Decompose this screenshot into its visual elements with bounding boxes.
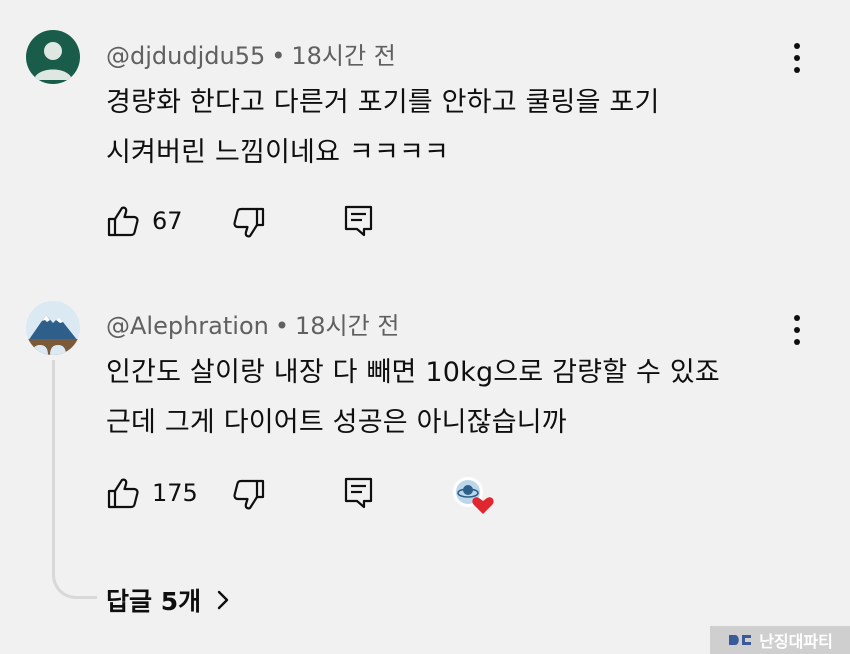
comment-2: @Alephration • 18시간 전 인간도 살이랑 내장 다 빼면 10kg…: [0, 290, 850, 654]
reply-comment-icon: [344, 205, 373, 237]
replies-label: 답글 5개: [106, 587, 202, 616]
comment-1: @djdudjdu55 • 18시간 전 경량화 한다고 다른거 포기를 안하고 쿨…: [0, 0, 850, 270]
comment-text-line: 근데 그게 다이어트 성공은 아니잖습니까: [106, 407, 567, 438]
mountain-avatar-icon: [26, 301, 80, 355]
view-replies-button[interactable]: 답글 5개: [106, 582, 235, 618]
chevron-right-icon: [217, 590, 229, 610]
comment-text-line: 경량화 한다고 다른거 포기를 안하고 쿨링을 포기: [106, 87, 660, 118]
default-avatar-icon: [34, 42, 72, 80]
avatar[interactable]: [26, 301, 80, 355]
comment-meta: @djdudjdu55 • 18시간 전: [106, 36, 396, 71]
creator-heart-icon: [453, 477, 494, 514]
more-options-icon[interactable]: [782, 310, 812, 350]
username[interactable]: @djdudjdu55: [106, 42, 265, 70]
like-button[interactable]: 67: [106, 204, 183, 238]
timestamp: 18시간 전: [291, 42, 396, 70]
dislike-button[interactable]: [232, 478, 266, 512]
avatar[interactable]: [26, 30, 80, 84]
watermark-text: 난징대파티: [759, 632, 833, 651]
thumbs-down-icon: [233, 479, 265, 510]
meta-separator: •: [271, 42, 286, 70]
like-count: 175: [152, 479, 198, 507]
comment-text-line: 인간도 살이랑 내장 다 빼면 10kg으로 감량할 수 있죠: [106, 357, 720, 388]
thumbs-up-icon: [107, 206, 139, 237]
reply-button[interactable]: [344, 204, 374, 238]
watermark: 난징대파티: [710, 626, 850, 654]
like-count: 67: [152, 207, 183, 235]
dislike-button[interactable]: [232, 206, 266, 240]
timestamp: 18시간 전: [295, 312, 400, 340]
creator-heart-badge: [452, 476, 498, 516]
watermark-logo-icon: [729, 635, 752, 645]
thumbs-down-icon: [233, 207, 265, 238]
reply-thread-line: [52, 360, 97, 599]
reply-comment-icon: [344, 477, 373, 509]
like-button[interactable]: 175: [106, 476, 198, 510]
reply-button[interactable]: [344, 476, 374, 510]
thumbs-up-icon: [107, 478, 139, 509]
meta-separator: •: [274, 312, 289, 340]
username[interactable]: @Alephration: [106, 312, 269, 340]
more-options-icon[interactable]: [782, 38, 812, 78]
comment-meta: @Alephration • 18시간 전: [106, 306, 399, 341]
comment-text-line: 시켜버린 느낌이네요 ㅋㅋㅋㅋ: [106, 137, 450, 168]
